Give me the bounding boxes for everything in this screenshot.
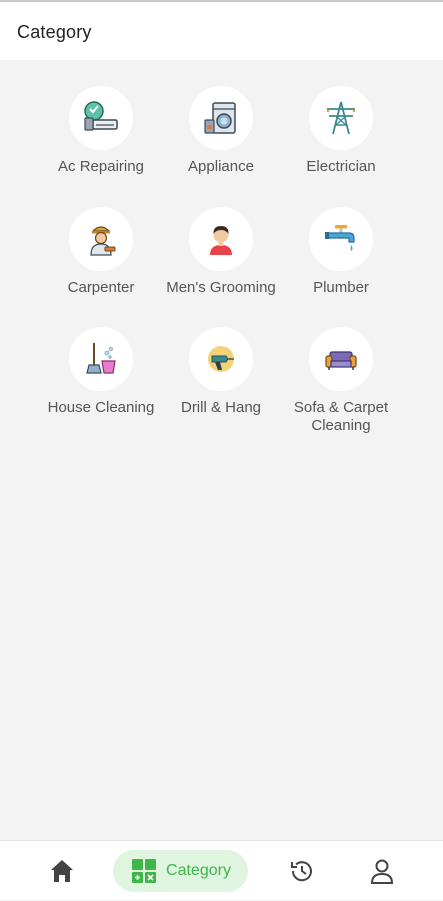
history-icon [291,861,312,882]
category-label: Appliance [188,158,254,175]
nav-home[interactable] [40,841,84,901]
nav-history[interactable] [280,841,324,901]
man-avatar-icon [210,226,232,255]
profile-icon [370,859,394,884]
category-label: Electrician [306,158,376,175]
category-label: Carpenter [67,279,135,296]
app-header: Category [0,2,443,60]
water-tap-icon [325,225,355,251]
category-grid-icon [132,859,157,883]
category-sofa-carpet-cleaning[interactable]: Sofa & Carpet Cleaning [271,327,411,435]
nav-profile[interactable] [360,841,404,901]
category-label: House Cleaning [47,399,155,416]
ac-repair-icon [84,101,118,131]
category-icon-circle [309,327,373,391]
category-icon-circle [69,207,133,271]
category-label: Plumber [313,279,369,296]
category-mens-grooming[interactable]: Men's Grooming [151,207,291,297]
category-icon-circle [189,327,253,391]
category-icon-circle [309,207,373,271]
home-icon [51,860,73,882]
nav-category[interactable]: Category [113,850,248,892]
category-icon-circle [309,86,373,150]
category-icon-circle [69,327,133,391]
category-label: Ac Repairing [58,158,144,175]
category-label: Sofa & Carpet Cleaning [293,399,389,434]
page-title: Category [17,22,92,42]
category-electrician[interactable]: Electrician [271,86,411,176]
category-drill-hang[interactable]: Drill & Hang [151,327,291,417]
category-icon-circle [189,86,253,150]
electric-tower-icon [326,101,356,135]
category-carpenter[interactable]: Carpenter [31,207,171,297]
category-label: Drill & Hang [180,399,262,416]
category-icon-circle [69,86,133,150]
washing-machine-icon [204,102,236,134]
category-house-cleaning[interactable]: House Cleaning [31,327,171,417]
carpenter-icon [90,226,116,256]
category-plumber[interactable]: Plumber [271,207,411,297]
drill-icon [208,346,234,372]
category-label: Men's Grooming [166,279,276,296]
nav-category-label: Category [166,862,231,879]
bottom-navigation: Category [0,840,443,900]
category-icon-circle [189,207,253,271]
mop-bucket-icon [86,343,116,374]
sofa-icon [325,351,357,370]
category-ac-repairing[interactable]: Ac Repairing [31,86,171,176]
category-appliance[interactable]: Appliance [151,86,291,176]
